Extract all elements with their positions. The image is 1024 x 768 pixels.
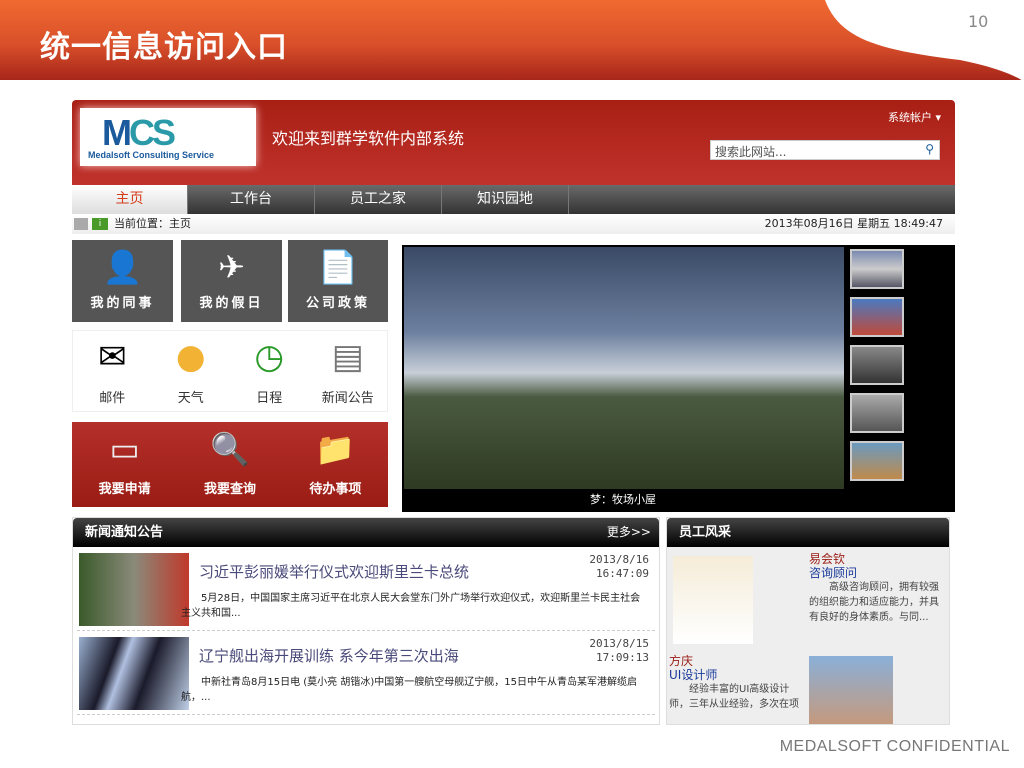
staff-desc: 高级咨询顾问，拥有较强的组织能力和适应能力，并具有良好的身体素质。与同... [809,582,939,623]
portal-screenshot: MCS Medalsoft Consulting Service 欢迎来到群学软件… [72,100,955,725]
news-summary: 5月28日，中国国家主席习近平在北京人民大会堂东门外广场举行欢迎仪式，欢迎斯里兰… [181,593,641,619]
main-nav: 主页 工作台 员工之家 知识园地 [72,185,955,214]
staff-name[interactable]: 易会钦 [809,552,945,566]
airplane-icon: ✈ [218,248,245,286]
slideshow-photo[interactable] [404,247,844,489]
search-placeholder: 搜索此网站... [715,145,787,159]
thumbnail[interactable] [850,393,904,433]
action-query[interactable]: 🔍 我要查询 [177,422,282,507]
staff-photo[interactable] [673,556,753,644]
app-label: 日程 [256,391,283,406]
search-input[interactable]: 搜索此网站... ⚲ [710,140,940,160]
staff-panel: 员工风采 易会钦 咨询顾问 高级咨询顾问，拥有较强的组织能力和适应能力，并具有良… [666,517,950,725]
breadcrumb: i 当前位置：主页 2013年08月16日 星期五 18:49:47 [72,214,955,234]
app-label: 天气 [177,391,204,406]
time: 16:47:09 [596,567,649,580]
app-label: 邮件 [99,391,126,406]
magnifier-icon: 🔍 [210,430,250,468]
confidential-footer: MEDALSOFT CONFIDENTIAL [779,738,1010,755]
news-title[interactable]: 习近平彭丽媛举行仪式欢迎斯里兰卡总统 [199,561,469,582]
staff-panel-header: 员工风采 [667,518,949,547]
action-todo[interactable]: 📁 待办事项 [283,422,388,507]
more-link[interactable]: 更多>> [607,518,651,547]
logo-text: Medalsoft Consulting Service [88,150,215,160]
thumbnail[interactable] [850,441,904,481]
document-icon: 📄 [318,248,358,286]
action-label: 待办事项 [309,482,362,497]
time: 17:09:13 [596,651,649,664]
dropdown-icon[interactable] [74,218,88,230]
search-icon[interactable]: ⚲ [925,142,934,156]
tile-label: 公司政策 [305,296,370,311]
date: 2013/8/16 [589,553,649,566]
action-label: 我要查询 [203,482,256,497]
welcome-text: 欢迎来到群学软件内部系统 [272,129,465,148]
news-date: 2013/8/15 17:09:13 [589,637,649,665]
tab-workbench[interactable]: 工作台 [188,185,315,214]
staff-desc: 经验丰富的UI高级设计师，三年从业经验，多次在项 [669,684,799,710]
action-apply[interactable]: ▭ 我要申请 [72,422,177,507]
tile-label: 我的假日 [199,296,264,311]
staff-role: UI设计师 [669,668,718,682]
folder-icon: 📁 [315,430,356,468]
slideshow-caption: 梦：牧场小屋 [590,493,656,506]
news-date: 2013/8/16 16:47:09 [589,553,649,581]
app-weather[interactable]: ● 天气 [152,331,231,411]
datetime: 2013年08月16日 星期五 18:49:47 [764,217,943,230]
tab-home[interactable]: 主页 [72,185,188,214]
staff-role: 咨询顾问 [809,566,858,580]
staff-photo[interactable] [809,656,893,724]
logo[interactable]: MCS Medalsoft Consulting Service [80,108,256,166]
tile-policy[interactable]: 📄 公司政策 [288,240,388,322]
news-summary: 中新社青岛8月15日电 (莫小亮 胡锴冰)中国第一艘航空母舰辽宁舰，15日中午从… [181,677,637,703]
news-thumbnail [79,637,189,710]
newspaper-icon: ▤ [331,337,364,377]
slide-title: 统一信息访问入口 [40,30,288,65]
news-thumbnail [79,553,189,626]
person-icon: 👤 [102,248,143,286]
app-mail[interactable]: ✉ 邮件 [73,331,152,411]
tile-colleagues[interactable]: 👤 我的同事 [72,240,173,322]
weather-icon: ● [175,337,206,377]
tab-knowledge[interactable]: 知识园地 [442,185,569,214]
thumbnail[interactable] [850,249,904,289]
panel-title: 新闻通知公告 [85,525,164,540]
app-label: 新闻公告 [321,391,374,406]
app-schedule[interactable]: ◷ 日程 [230,331,309,411]
action-row: ▭ 我要申请 🔍 我要查询 📁 待办事项 [72,422,388,507]
staff-card: 方庆 UI设计师 经验丰富的UI高级设计师，三年从业经验，多次在项 [669,654,803,712]
date: 2013/8/15 [589,637,649,650]
info-icon: i [92,218,108,230]
news-panel: 新闻通知公告 更多>> 习近平彭丽媛举行仪式欢迎斯里兰卡总统 2013/8/16 1… [72,517,660,725]
envelope-icon: ✉ [98,337,127,377]
account-menu[interactable]: 系统帐户 ▾ [888,109,941,125]
page-number: 10 [968,12,989,31]
tile-holidays[interactable]: ✈ 我的假日 [181,240,282,322]
news-title[interactable]: 辽宁舰出海开展训练 系今年第三次出海 [199,645,459,666]
app-row: ✉ 邮件 ● 天气 ◷ 日程 ▤ 新闻公告 [72,330,388,412]
thumbnail[interactable] [850,345,904,385]
news-item[interactable]: 辽宁舰出海开展训练 系今年第三次出海 2013/8/15 17:09:13 中新社… [77,631,655,715]
staff-card: 易会钦 咨询顾问 高级咨询顾问，拥有较强的组织能力和适应能力，并具有良好的身体素… [809,552,945,625]
tab-staff-home[interactable]: 员工之家 [315,185,442,214]
thumbnail[interactable] [850,297,904,337]
site-header: MCS Medalsoft Consulting Service 欢迎来到群学软件… [72,100,955,185]
news-panel-header: 新闻通知公告 更多>> [73,518,659,547]
slideshow: 梦：牧场小屋 [402,245,955,512]
app-news[interactable]: ▤ 新闻公告 [309,331,388,411]
thumbnail-strip [850,249,906,489]
action-label: 我要申请 [98,482,151,497]
tile-label: 我的同事 [90,296,155,311]
calendar-clock-icon: ◷ [254,337,285,377]
news-item[interactable]: 习近平彭丽媛举行仪式欢迎斯里兰卡总统 2013/8/16 16:47:09 5月2… [77,547,655,631]
staff-name[interactable]: 方庆 [669,654,803,668]
current-location: 当前位置：主页 [114,217,191,230]
form-icon: ▭ [109,430,140,468]
